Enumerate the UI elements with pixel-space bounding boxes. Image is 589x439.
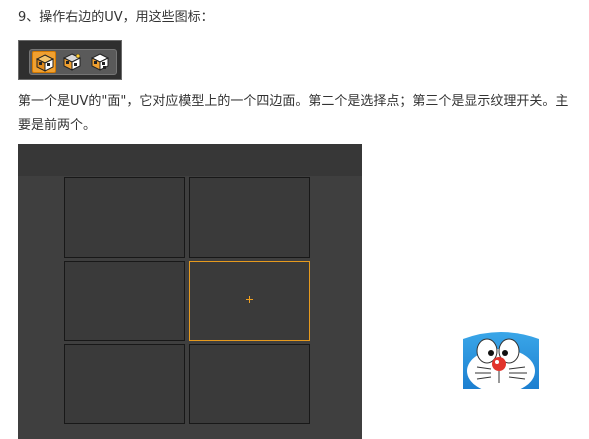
- doraemon-mascot-image: [463, 331, 539, 393]
- uv-face-r1c1[interactable]: [64, 177, 185, 258]
- uv-editor-viewport[interactable]: [18, 144, 362, 439]
- uv-point-mode-icon: [63, 53, 81, 71]
- uv-face-r3c1[interactable]: [64, 344, 185, 424]
- show-texture-toggle-button[interactable]: [88, 51, 112, 73]
- step-heading: 9、操作右边的UV，用这些图标：: [18, 10, 214, 25]
- uv-point-mode-button[interactable]: [60, 51, 84, 73]
- uv-face-r3c2[interactable]: [189, 344, 310, 424]
- description-paragraph: 第一个是UV的"面"，它对应模型上的一个四边面。第二个是选择点；第三个是显示纹理…: [18, 94, 569, 133]
- viewport-header-bar: [18, 144, 362, 176]
- uv-face-r2c1[interactable]: [64, 261, 185, 341]
- uv-mode-toolbar: [18, 40, 122, 80]
- uv-face-selected[interactable]: [189, 261, 310, 341]
- face-center-marker: [246, 296, 253, 303]
- uv-face-mode-icon: [36, 54, 54, 72]
- show-texture-toggle-icon: [91, 53, 109, 71]
- uv-face-mode-button[interactable]: [32, 51, 56, 73]
- uv-face-r1c2[interactable]: [189, 177, 310, 258]
- toolbar-button-group: [29, 49, 117, 75]
